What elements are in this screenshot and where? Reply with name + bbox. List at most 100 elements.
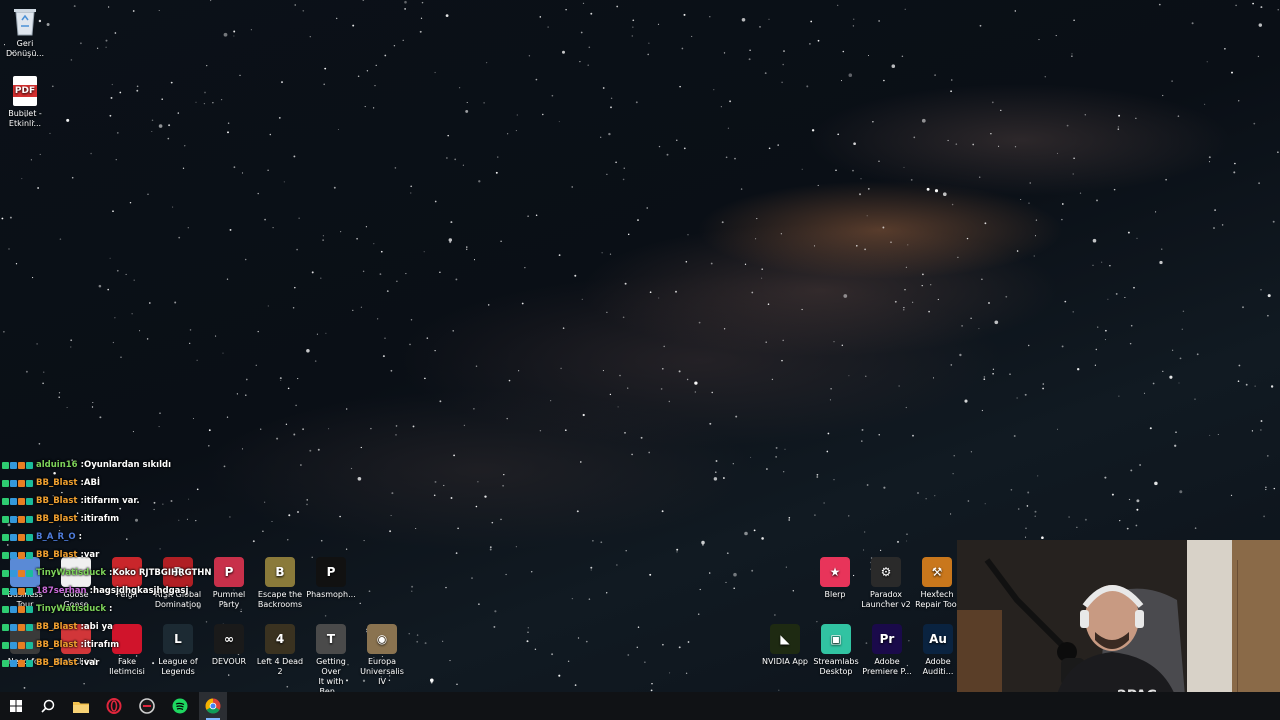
star: [759, 26, 761, 28]
star: [297, 378, 299, 380]
star: [189, 342, 191, 344]
star: [1155, 211, 1157, 213]
chat-badge-icon: [2, 533, 9, 541]
star: [726, 552, 729, 555]
star: [280, 379, 282, 381]
desktop-icon-escape-backrooms[interactable]: B Escape the Backrooms: [255, 557, 305, 610]
star: [768, 18, 770, 20]
icon-glyph: ▣: [830, 632, 842, 646]
star: [1061, 203, 1064, 205]
search-button[interactable]: [34, 692, 62, 720]
star: [606, 592, 608, 594]
star: [1149, 427, 1152, 430]
star: [729, 100, 732, 103]
escape-backrooms-icon: B: [265, 557, 295, 587]
star: [883, 486, 886, 489]
star: [601, 252, 603, 254]
star: [848, 515, 850, 517]
star: [415, 527, 417, 530]
desktop-icon-getting-over-it[interactable]: T Getting Over It with Ben...: [306, 624, 356, 692]
desktop-icon-phasmophobia[interactable]: P Phasmoph...: [306, 557, 356, 600]
star: [833, 479, 835, 481]
star: [576, 510, 579, 513]
star: [602, 87, 605, 89]
desktop-icon-bubilet-pdf[interactable]: PDF Bubilet - Etkinli...: [0, 76, 50, 129]
star: [627, 654, 630, 656]
star: [151, 119, 154, 122]
star: [360, 446, 362, 449]
star: [1233, 171, 1236, 174]
star: [1139, 464, 1141, 466]
file-explorer-button[interactable]: [67, 692, 95, 720]
star: [359, 602, 361, 604]
chat-text: var: [83, 658, 100, 668]
desktop-icon-left4dead2[interactable]: 4 Left 4 Dead 2: [255, 624, 305, 677]
star: [1162, 94, 1164, 97]
star: [978, 176, 981, 178]
hextech-repair-icon: ⚒: [922, 557, 952, 587]
star: [302, 428, 304, 431]
star: [1260, 6, 1263, 9]
desktop-icon-audition[interactable]: Au Adobe Auditi...: [913, 624, 963, 677]
star: [833, 341, 835, 343]
star: [1194, 527, 1197, 529]
star: [25, 370, 28, 373]
desktop-icon-recycle-bin[interactable]: Geri Dönüşü...: [0, 6, 50, 59]
star: [314, 360, 317, 362]
star: [983, 378, 986, 381]
desktop-icon-europa-universalis[interactable]: ◉ Europa Universalis IV: [357, 624, 407, 687]
star: [70, 346, 72, 348]
star: [1260, 429, 1262, 431]
star: [500, 240, 502, 243]
star: [907, 244, 909, 246]
star: [250, 29, 252, 31]
chrome-button[interactable]: [199, 692, 227, 720]
star: [276, 437, 279, 440]
star: [816, 473, 819, 476]
star: [1235, 4, 1237, 7]
star: [1174, 444, 1177, 447]
chat-badges: [2, 569, 33, 577]
desktop-icon-premiere-pro[interactable]: Pr Adobe Premiere P...: [862, 624, 912, 677]
star: [1204, 103, 1206, 105]
star: [590, 12, 593, 15]
chat-badges: [2, 533, 33, 541]
star: [1056, 428, 1059, 430]
desktop-icon-nvidia-app[interactable]: ◣ NVIDIA App: [760, 624, 810, 667]
star: [443, 484, 445, 487]
chat-badges: [2, 587, 33, 595]
desktop-icon-streamlabs[interactable]: ▣ Streamlabs Desktop: [811, 624, 861, 677]
star: [1105, 329, 1107, 332]
star: [364, 106, 366, 108]
star: [616, 5, 619, 8]
star: [783, 471, 785, 473]
star: [816, 476, 819, 478]
star: [756, 218, 758, 220]
star: [336, 17, 338, 20]
desktop-icon-paradox-launcher[interactable]: ⚙ Paradox Launcher v2: [861, 557, 911, 610]
star: [109, 114, 112, 117]
star: [811, 129, 815, 132]
chat-badge-icon: [26, 659, 33, 667]
star: [1072, 311, 1074, 313]
opera-gx-button[interactable]: [100, 692, 128, 720]
star: [449, 660, 451, 662]
spotify-button[interactable]: [166, 692, 194, 720]
star: [788, 517, 791, 519]
star: [1094, 364, 1096, 366]
star: [592, 540, 594, 542]
app-button[interactable]: [133, 692, 161, 720]
europa-universalis-icon: ◉: [367, 624, 397, 654]
desktop-icon-hextech-repair[interactable]: ⚒ Hextech Repair Tool: [912, 557, 962, 610]
desktop-icon-blerp[interactable]: ★ Blerp: [810, 557, 860, 600]
start-button[interactable]: [2, 692, 30, 720]
star: [701, 543, 704, 546]
star: [600, 541, 603, 544]
star: [1258, 182, 1260, 185]
chat-message: TinyWatisduck :: [2, 600, 242, 618]
star: [204, 91, 206, 94]
star: [1257, 55, 1260, 58]
star: [860, 178, 862, 180]
star: [983, 376, 986, 378]
star: [848, 375, 850, 377]
